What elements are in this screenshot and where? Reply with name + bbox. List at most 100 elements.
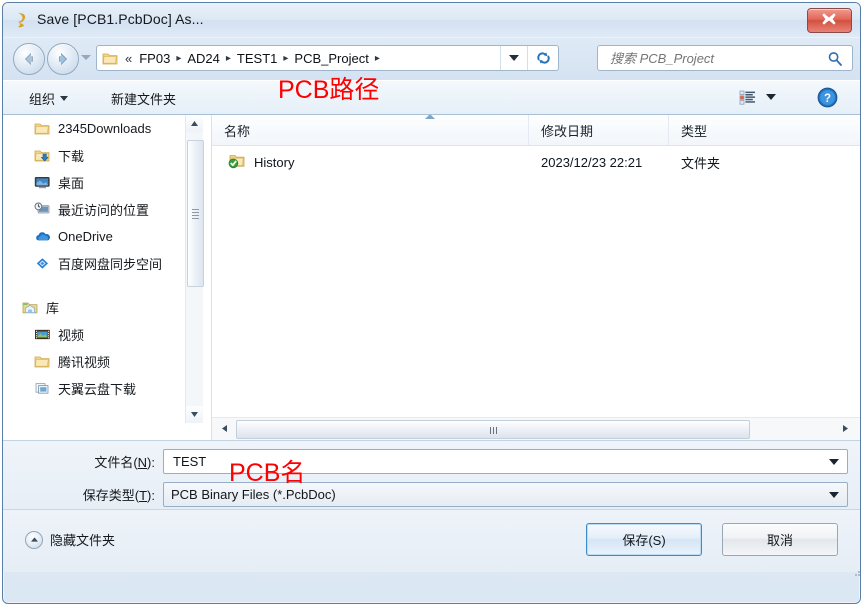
breadcrumb-separator-icon: ▸ [176, 52, 182, 64]
sidebar-item-label: 桌面 [58, 176, 85, 191]
cancel-button[interactable]: 取消 [722, 523, 838, 556]
scrollbar-grip-icon [489, 423, 498, 437]
file-type-label: 保存类型(T): [82, 487, 155, 503]
forward-button[interactable] [47, 43, 79, 75]
sort-ascending-caret-icon [425, 115, 435, 119]
sidebar-list: 2345Downloads 下载 桌面 最近访问的位置 OneDrive 百度网… [3, 115, 193, 402]
view-dropdown-icon[interactable] [766, 94, 776, 100]
file-type-row: 保存类型(T): PCB Binary Files (*.PcbDoc) [3, 481, 860, 507]
file-type-combobox[interactable]: PCB Binary Files (*.PcbDoc) [163, 481, 848, 507]
close-button[interactable] [807, 8, 852, 33]
chevron-down-icon [60, 96, 69, 101]
title-bar: Save [PCB1.PcbDoc] As... [3, 3, 860, 38]
column-header-name[interactable]: 名称 [212, 115, 529, 145]
breadcrumb-separator-icon[interactable]: ▸ [375, 53, 380, 64]
altium-document-icon [13, 11, 31, 29]
scroll-down-icon[interactable] [186, 406, 203, 423]
file-row-name-cell: History [212, 153, 529, 172]
folder-icon [33, 354, 51, 370]
desktop-icon [33, 175, 51, 191]
sidebar-item-label: 视频 [58, 328, 85, 343]
video-icon [33, 327, 51, 343]
sidebar-item-tianyi-cloud-download[interactable]: 天翼云盘下载 [3, 375, 193, 402]
sidebar-item-recent-places[interactable]: 最近访问的位置 [3, 196, 193, 223]
sidebar-item-tencent-video[interactable]: 腾讯视频 [3, 348, 193, 375]
sidebar-item-label: 2345Downloads [58, 121, 152, 136]
help-icon: ? [817, 87, 838, 108]
organize-button[interactable]: 组织 [29, 89, 69, 108]
organize-label: 组织 [29, 92, 56, 107]
chevron-down-icon[interactable] [829, 458, 839, 465]
search-input[interactable] [608, 49, 817, 67]
downloads-folder-icon [33, 148, 51, 164]
column-header-type[interactable]: 类型 [669, 115, 789, 145]
sidebar-item-2345downloads[interactable]: 2345Downloads [3, 115, 193, 142]
scroll-left-icon[interactable] [216, 420, 233, 437]
command-bar: 组织 新建文件夹 ? [3, 80, 860, 115]
search-box[interactable] [597, 45, 853, 71]
column-header-label: 修改日期 [541, 123, 594, 139]
baidu-netdisk-icon [33, 256, 51, 272]
column-header-label: 名称 [224, 123, 251, 139]
sidebar-item-label: 最近访问的位置 [58, 203, 150, 218]
help-button[interactable]: ? [817, 87, 838, 111]
save-as-dialog: Save [PCB1.PcbDoc] As... « FP03 ▸ AD24 ▸… [2, 2, 861, 604]
save-form: 文件名(N): 保存类型(T): PCB Binary Files (*.Pcb… [3, 440, 860, 509]
table-row[interactable]: History 2023/12/23 22:21 文件夹 [212, 146, 860, 178]
breadcrumb-item-fp03[interactable]: FP03 [137, 50, 172, 67]
sidebar-item-label: 下载 [58, 149, 85, 164]
column-header-date-modified[interactable]: 修改日期 [529, 115, 669, 145]
new-folder-label: 新建文件夹 [111, 92, 177, 107]
breadcrumb-item-test1[interactable]: TEST1 [235, 50, 279, 67]
breadcrumb-overflow[interactable]: « [125, 51, 132, 66]
new-folder-button[interactable]: 新建文件夹 [111, 89, 176, 108]
recent-places-icon [33, 202, 51, 218]
file-row-date-cell: 2023/12/23 22:21 [541, 154, 643, 170]
hide-folders-button[interactable]: 隐藏文件夹 [25, 530, 115, 549]
address-dropdown-button[interactable] [500, 46, 527, 70]
sidebar-item-label: 腾讯视频 [58, 355, 111, 370]
file-list-pane: 名称 修改日期 类型 History 2023/12/23 22:21 文件夹 [212, 115, 860, 440]
hide-folders-label: 隐藏文件夹 [50, 533, 116, 548]
breadcrumb: « FP03 ▸ AD24 ▸ TEST1 ▸ PCB_Project ▸ [122, 50, 384, 67]
sidebar-item-baidu-netdisk[interactable]: 百度网盘同步空间 [3, 250, 193, 277]
folder-checked-icon [228, 153, 246, 172]
sidebar-item-downloads[interactable]: 下载 [3, 142, 193, 169]
sidebar-item-onedrive[interactable]: OneDrive [3, 223, 193, 250]
file-name-input[interactable] [171, 452, 795, 470]
refresh-button[interactable] [527, 46, 558, 70]
scroll-up-icon[interactable] [186, 115, 203, 132]
breadcrumb-separator-icon: ▸ [225, 52, 231, 64]
address-bar[interactable]: « FP03 ▸ AD24 ▸ TEST1 ▸ PCB_Project ▸ [96, 45, 559, 71]
breadcrumb-item-pcb-project[interactable]: PCB_Project [292, 50, 370, 67]
file-name-row: 文件名(N): [3, 448, 860, 474]
navigation-bar: « FP03 ▸ AD24 ▸ TEST1 ▸ PCB_Project ▸ [3, 38, 860, 80]
file-name-label: History [254, 154, 295, 170]
history-dropdown-icon[interactable] [81, 55, 91, 60]
file-name-label: 文件名(N): [94, 454, 155, 470]
column-header-label: 类型 [681, 123, 708, 139]
sidebar-scrollbar[interactable] [185, 115, 204, 423]
file-list-horizontal-scrollbar[interactable] [212, 417, 860, 440]
sidebar-scrollbar-thumb[interactable] [187, 140, 204, 287]
dialog-title: Save [PCB1.PcbDoc] As... [37, 11, 204, 27]
sidebar-item-libraries[interactable]: 库 [3, 294, 193, 321]
folder-icon [33, 121, 51, 137]
breadcrumb-item-ad24[interactable]: AD24 [185, 50, 222, 67]
file-name-combobox[interactable] [163, 448, 848, 474]
arrow-back-icon [25, 53, 33, 65]
sidebar-item-videos[interactable]: 视频 [3, 321, 193, 348]
horizontal-scrollbar-thumb[interactable] [236, 420, 750, 439]
save-button[interactable]: 保存(S) [586, 523, 702, 556]
dialog-body: 2345Downloads 下载 桌面 最近访问的位置 OneDrive 百度网… [3, 115, 860, 440]
view-list-icon[interactable] [739, 89, 756, 109]
scroll-right-icon[interactable] [837, 420, 854, 437]
svg-text:?: ? [824, 93, 831, 105]
dialog-footer: 隐藏文件夹 保存(S) 取消 [3, 509, 860, 576]
chevron-down-icon[interactable] [829, 491, 839, 498]
sidebar-item-desktop[interactable]: 桌面 [3, 169, 193, 196]
arrow-forward-icon [59, 53, 67, 65]
chevron-down-icon [509, 55, 519, 61]
back-button[interactable] [13, 43, 45, 75]
sidebar-item-label: 库 [46, 301, 60, 316]
